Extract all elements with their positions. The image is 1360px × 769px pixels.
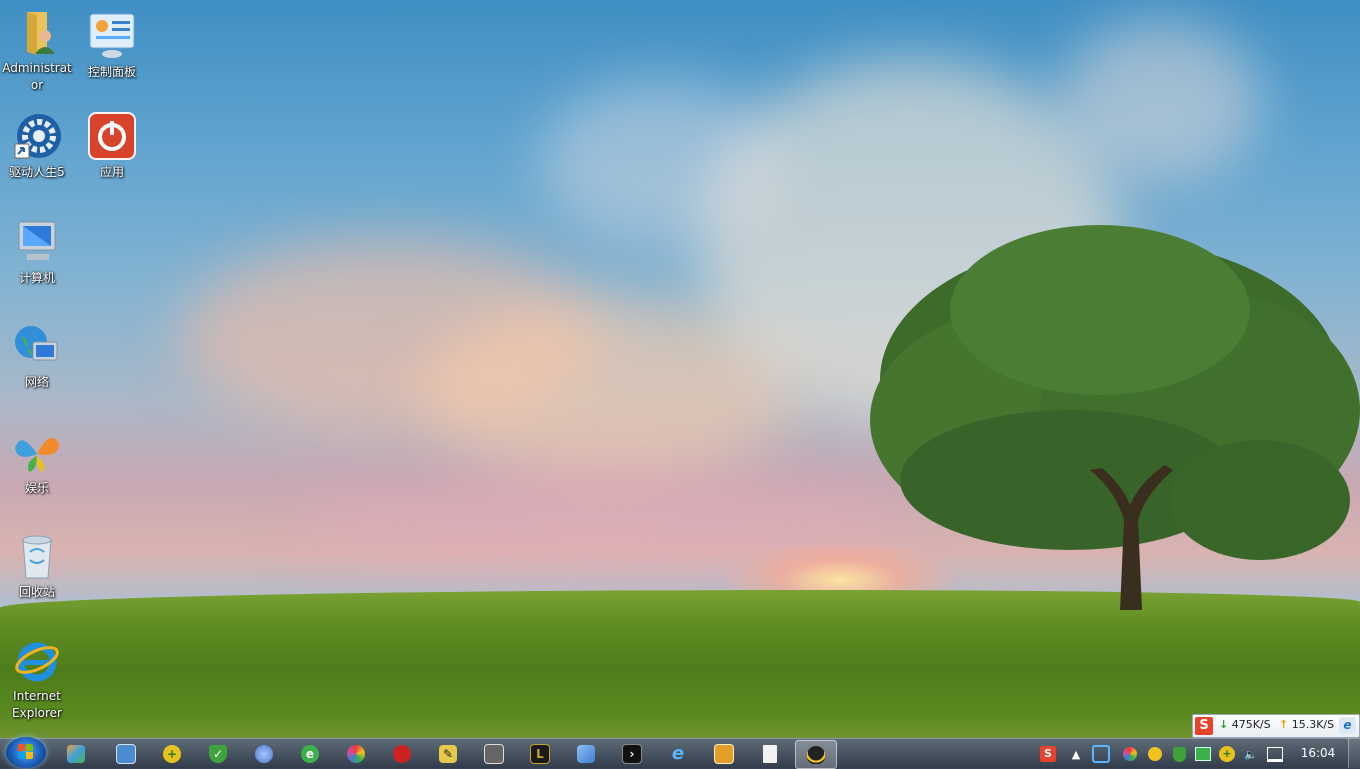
window-app-icon bbox=[116, 743, 136, 764]
power-icon bbox=[88, 112, 136, 160]
taskbar-app-lol[interactable]: L bbox=[520, 740, 560, 767]
upload-speed-value: 15.3K/S bbox=[1291, 718, 1335, 731]
pinwheel-icon bbox=[347, 744, 365, 763]
tray-shield[interactable] bbox=[1170, 745, 1188, 763]
film-icon bbox=[484, 743, 504, 764]
desktop-icon-apps[interactable]: 应用 bbox=[75, 112, 149, 181]
taskbar-app-red-circle[interactable] bbox=[382, 740, 422, 767]
battery-tray-icon bbox=[1195, 747, 1211, 761]
volume-icon: 🔈 bbox=[1244, 747, 1258, 761]
desktop-icon-label: Internet Explorer bbox=[12, 689, 62, 720]
recycle-bin-icon bbox=[13, 532, 61, 580]
tray-volume[interactable]: 🔈 bbox=[1242, 745, 1260, 763]
terminal-icon: › bbox=[622, 743, 642, 764]
tree-illustration bbox=[870, 225, 1360, 610]
tray-expand-icon: ▲ bbox=[1071, 747, 1081, 761]
desktop-icon-label: 娱乐 bbox=[24, 481, 49, 495]
red-circle-icon bbox=[393, 744, 411, 763]
taskbar-app-cube[interactable] bbox=[566, 740, 606, 767]
taskbar-app-plus[interactable]: + bbox=[152, 740, 192, 767]
taskbar-app-film[interactable] bbox=[474, 740, 514, 767]
tray-qq[interactable] bbox=[1146, 745, 1164, 763]
taskbar-app-green-e[interactable]: e bbox=[290, 740, 330, 767]
download-arrow-icon: ↓ bbox=[1219, 718, 1229, 731]
sogou-s-icon: S bbox=[1040, 746, 1056, 762]
desktop-icon-entertainment[interactable]: 娱乐 bbox=[0, 428, 74, 497]
network-globe-icon bbox=[13, 322, 61, 370]
tray-pinwheel[interactable] bbox=[1121, 745, 1139, 763]
ie-mini-icon[interactable]: e bbox=[1339, 717, 1356, 734]
windows-flag-icon bbox=[18, 744, 34, 760]
desktop-icon-network[interactable]: 网络 bbox=[0, 322, 74, 391]
net-speed-widget[interactable]: S ↓ 475K/S ↑ 15.3K/S e bbox=[1192, 714, 1360, 738]
tray-expand-button[interactable]: ▲ bbox=[1067, 745, 1085, 763]
ie-icon: e bbox=[671, 743, 685, 764]
green-e-icon: e bbox=[301, 744, 319, 763]
desktop-icon-internet-explorer[interactable]: Internet Explorer bbox=[0, 636, 74, 722]
taskbar-app-pen[interactable]: ✎ bbox=[428, 740, 468, 767]
plus-tray-icon: + bbox=[1219, 746, 1235, 762]
taskbar-app-qq[interactable] bbox=[795, 740, 837, 769]
globe-app-icon bbox=[255, 744, 273, 763]
desktop-icon-label: 驱动人生5 bbox=[9, 165, 65, 179]
tray-battery[interactable] bbox=[1194, 745, 1212, 763]
ie-icon bbox=[13, 636, 61, 684]
desktop-icon-label: Administrator bbox=[2, 61, 72, 92]
taskbar-app-pinwheel[interactable] bbox=[336, 740, 376, 767]
user-folder-icon bbox=[13, 8, 61, 56]
desktop-icon-recycle-bin[interactable]: 回收站 bbox=[0, 532, 74, 601]
taskbar-app-terminal[interactable]: › bbox=[612, 740, 652, 767]
upload-arrow-icon: ↑ bbox=[1279, 718, 1289, 731]
download-speed-value: 475K/S bbox=[1231, 718, 1271, 731]
taskbar-app-document[interactable] bbox=[750, 740, 790, 767]
tray-sogou[interactable]: S bbox=[1039, 745, 1057, 763]
photo-app-icon bbox=[67, 744, 85, 763]
qq-tray-icon bbox=[1148, 747, 1162, 761]
tray-network[interactable] bbox=[1266, 745, 1284, 763]
plus-circle-icon: + bbox=[163, 744, 181, 763]
desktop-wallpaper bbox=[0, 0, 1360, 768]
start-button[interactable] bbox=[6, 737, 46, 768]
butterfly-icon bbox=[13, 428, 61, 476]
taskbar-app-photo[interactable] bbox=[56, 740, 96, 767]
cube-icon bbox=[577, 744, 595, 763]
desktop-icon-label: 应用 bbox=[99, 165, 124, 179]
desktop-icon-driver-life[interactable]: 驱动人生5 bbox=[0, 112, 74, 181]
shield-icon: ✓ bbox=[209, 744, 227, 763]
desktop-icon-label: 计算机 bbox=[18, 271, 55, 285]
taskbar-app-globe[interactable] bbox=[244, 740, 284, 767]
network-tray-icon bbox=[1267, 746, 1283, 762]
download-speed: ↓ 475K/S bbox=[1219, 718, 1271, 731]
control-panel-icon bbox=[88, 12, 136, 60]
shield-tray-icon bbox=[1172, 746, 1186, 762]
taskbar-app-ie[interactable]: e bbox=[658, 740, 698, 767]
tray-plus[interactable]: + bbox=[1218, 745, 1236, 763]
refresh-tray-icon bbox=[1092, 745, 1110, 763]
desktop-icon-label: 网络 bbox=[24, 375, 49, 389]
desktop-icon-label: 控制面板 bbox=[87, 65, 136, 79]
gift-box-icon bbox=[714, 743, 734, 764]
desktop-icon-administrator[interactable]: Administrator bbox=[0, 8, 74, 94]
qq-penguin-icon bbox=[807, 745, 825, 764]
pen-icon: ✎ bbox=[439, 744, 457, 763]
pinwheel-tray-icon bbox=[1123, 747, 1137, 761]
lol-icon: L bbox=[530, 743, 550, 764]
desktop-icon-label: 回收站 bbox=[18, 585, 55, 599]
computer-icon bbox=[13, 218, 61, 266]
taskbar-app-window[interactable] bbox=[106, 740, 146, 767]
show-desktop-button[interactable] bbox=[1348, 738, 1360, 768]
sogou-s-icon: S bbox=[1195, 717, 1213, 735]
gear-shortcut-icon bbox=[13, 112, 61, 160]
taskbar-app-shield[interactable]: ✓ bbox=[198, 740, 238, 767]
taskbar-app-gift[interactable] bbox=[704, 740, 744, 767]
desktop-icon-computer[interactable]: 计算机 bbox=[0, 218, 74, 287]
tray-refresh[interactable] bbox=[1092, 745, 1110, 763]
upload-speed: ↑ 15.3K/S bbox=[1279, 718, 1334, 731]
taskbar-clock[interactable]: 16:04 bbox=[1296, 738, 1340, 768]
document-icon bbox=[763, 744, 777, 763]
desktop-icon-control-panel[interactable]: 控制面板 bbox=[75, 12, 149, 81]
